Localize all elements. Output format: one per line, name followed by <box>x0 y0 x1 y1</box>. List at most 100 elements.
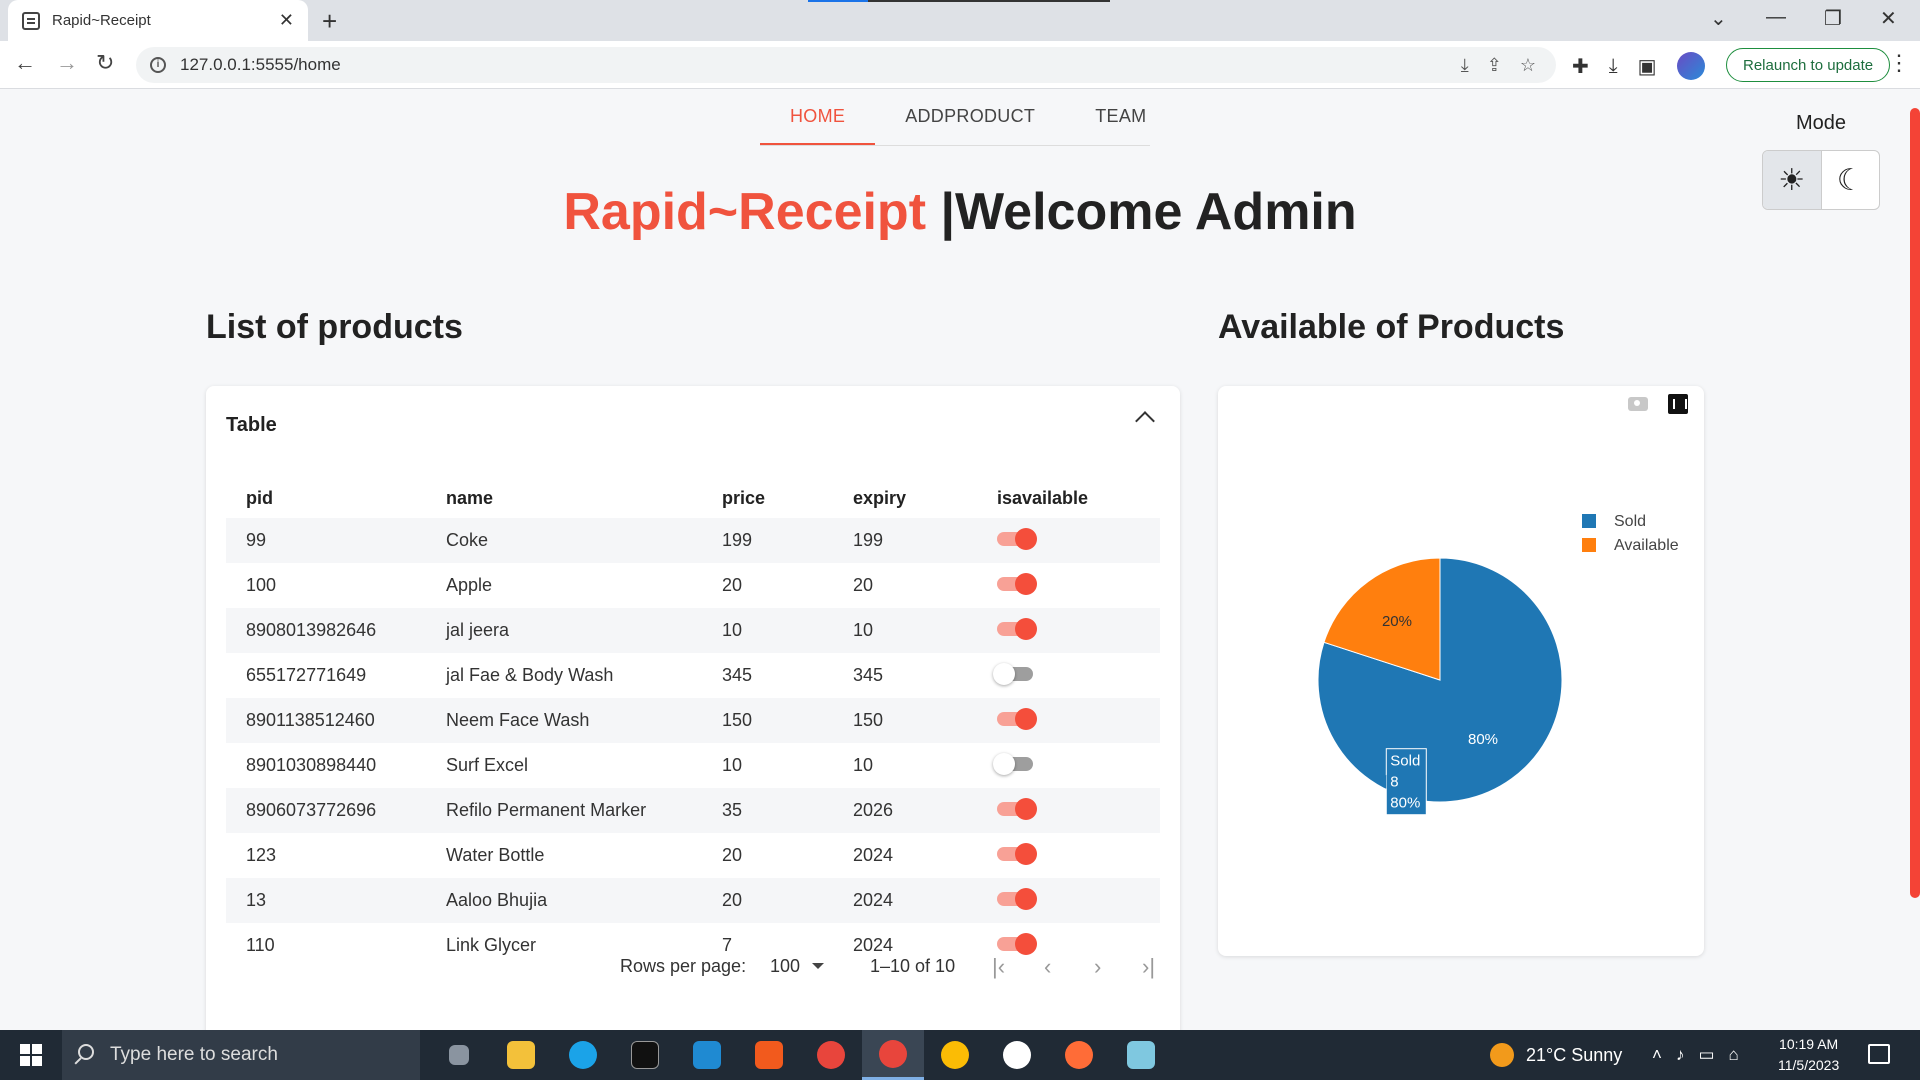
mongodb-icon[interactable] <box>986 1030 1048 1080</box>
battery-icon[interactable]: ▭ <box>1698 1045 1714 1065</box>
table-row: 123 Water Bottle 20 2024 <box>226 833 1160 878</box>
table-header-row: pid name price expiry isavailable <box>226 478 1160 518</box>
taskbar-search-placeholder: Type here to search <box>110 1044 278 1065</box>
cell-isavailable <box>977 833 1160 878</box>
availability-switch[interactable] <box>997 618 1037 640</box>
table-row: 100 Apple 20 20 <box>226 563 1160 608</box>
cell-price: 20 <box>722 575 743 595</box>
cell-name: Apple <box>446 575 493 595</box>
cell-name: Neem Face Wash <box>446 710 590 730</box>
switch-knob <box>993 663 1015 685</box>
products-section-title: List of products <box>206 308 463 346</box>
col-header-pid[interactable]: pid <box>226 478 426 518</box>
legend-swatch-sold[interactable] <box>1582 514 1596 528</box>
address-bar[interactable]: i 127.0.0.1:5555/home ⤓ ⇪ ☆ <box>136 47 1556 83</box>
vscode-icon[interactable] <box>676 1030 738 1080</box>
new-tab-button[interactable]: + <box>322 6 337 37</box>
browser-tab[interactable]: Rapid~Receipt ✕ <box>8 0 308 41</box>
tray-chevron-icon[interactable]: ˄ <box>1652 1045 1662 1065</box>
legend-label-sold[interactable]: Sold <box>1614 513 1646 530</box>
share-icon[interactable]: ⇪ <box>1487 55 1502 76</box>
notepad-icon[interactable] <box>1110 1030 1172 1080</box>
availability-switch[interactable] <box>997 573 1037 595</box>
cell-name: Coke <box>446 530 489 550</box>
col-header-isavailable[interactable]: isavailable <box>977 478 1160 518</box>
reload-icon[interactable]: ↻ <box>96 50 114 76</box>
col-header-expiry[interactable]: expiry <box>833 478 977 518</box>
nav-team[interactable]: TEAM <box>1065 90 1176 145</box>
col-header-name[interactable]: name <box>426 478 702 518</box>
tooltip-line: 8 <box>1390 774 1398 791</box>
terminal-icon[interactable] <box>614 1030 676 1080</box>
col-header-price[interactable]: price <box>702 478 833 518</box>
chrome-alt-icon[interactable] <box>924 1030 986 1080</box>
taskbar-search[interactable]: Type here to search <box>62 1030 420 1080</box>
availability-chart-card: 80% 20% Sold Available Sold 8 80% <box>1218 386 1704 956</box>
edge-icon[interactable] <box>552 1030 614 1080</box>
cell-price: 150 <box>722 710 753 730</box>
availability-switch[interactable] <box>997 843 1037 865</box>
brave-icon[interactable] <box>738 1030 800 1080</box>
nav-home[interactable]: HOME <box>760 90 876 145</box>
close-window-icon[interactable]: ✕ <box>1880 6 1897 31</box>
task-view-icon[interactable] <box>428 1030 490 1080</box>
bookmark-star-icon[interactable]: ☆ <box>1520 55 1536 76</box>
url-text[interactable]: 127.0.0.1:5555/home <box>180 55 341 75</box>
last-page-icon[interactable]: ›| <box>1142 954 1155 980</box>
cell-expiry: 2024 <box>853 890 894 910</box>
rows-per-page-select[interactable]: 100 <box>770 956 800 977</box>
side-panel-icon[interactable]: ▣ <box>1638 54 1657 79</box>
postman-icon[interactable] <box>1048 1030 1110 1080</box>
availability-switch[interactable] <box>997 528 1037 550</box>
windows-start-icon[interactable] <box>20 1044 42 1066</box>
cell-pid: 8908013982646 <box>246 620 377 640</box>
volume-icon[interactable]: ♪ <box>1676 1045 1685 1065</box>
downloads-icon[interactable]: ⤓ <box>1609 55 1618 78</box>
availability-switch[interactable] <box>997 798 1037 820</box>
table-row: 655172771649 jal Fae & Body Wash 345 345 <box>226 653 1160 698</box>
relaunch-button[interactable]: Relaunch to update <box>1726 48 1891 82</box>
clock[interactable]: 10:19 AM 11/5/2023 <box>1778 1034 1839 1076</box>
profile-avatar[interactable] <box>1676 52 1705 80</box>
chrome-icon[interactable] <box>800 1030 862 1080</box>
minimize-icon[interactable]: — <box>1766 6 1786 29</box>
switch-knob <box>1015 573 1037 595</box>
cell-isavailable <box>977 518 1160 563</box>
cell-price: 10 <box>722 755 743 775</box>
weather-sun-icon <box>1490 1043 1514 1067</box>
dropdown-caret-icon[interactable] <box>812 963 824 969</box>
weather-widget[interactable]: 21°C Sunny <box>1490 1030 1622 1080</box>
cell-price: 345 <box>722 665 753 685</box>
availability-section-title: Available of Products <box>1218 308 1565 346</box>
cell-pid: 8901138512460 <box>246 710 375 730</box>
close-tab-icon[interactable]: ✕ <box>279 10 294 31</box>
network-icon[interactable]: ⌂ <box>1729 1045 1739 1065</box>
file-explorer-icon[interactable] <box>490 1030 552 1080</box>
menu-kebab-icon[interactable]: ⋮ <box>1888 50 1910 76</box>
availability-switch[interactable] <box>997 888 1037 910</box>
install-app-icon[interactable]: ⤓ <box>1461 55 1469 76</box>
prev-page-icon[interactable]: ‹ <box>1044 954 1051 980</box>
nav-addproduct[interactable]: ADDPRODUCT <box>875 90 1065 145</box>
pie-label-available: 20% <box>1382 613 1412 630</box>
switch-knob <box>1015 933 1037 955</box>
legend-label-available[interactable]: Available <box>1614 537 1679 554</box>
availability-switch[interactable] <box>993 663 1033 685</box>
availability-switch[interactable] <box>997 933 1037 955</box>
notifications-icon[interactable] <box>1868 1044 1890 1064</box>
next-page-icon[interactable]: › <box>1094 954 1101 980</box>
extensions-puzzle-icon[interactable]: ✚ <box>1572 54 1589 79</box>
site-info-icon[interactable]: i <box>150 57 166 73</box>
chrome-active-icon[interactable] <box>862 1030 924 1080</box>
cell-expiry: 2026 <box>853 800 894 820</box>
forward-icon[interactable]: → <box>56 50 78 76</box>
back-icon[interactable]: ← <box>14 50 36 76</box>
availability-switch[interactable] <box>997 708 1037 730</box>
tab-search-icon[interactable]: ⌄ <box>1710 6 1727 31</box>
availability-switch[interactable] <box>993 753 1033 775</box>
legend-swatch-available[interactable] <box>1582 538 1596 552</box>
first-page-icon[interactable]: |‹ <box>992 954 1005 980</box>
restore-icon[interactable]: ❐ <box>1824 6 1842 31</box>
collapse-chevron-icon[interactable] <box>1135 411 1155 431</box>
cell-isavailable <box>977 743 1160 788</box>
